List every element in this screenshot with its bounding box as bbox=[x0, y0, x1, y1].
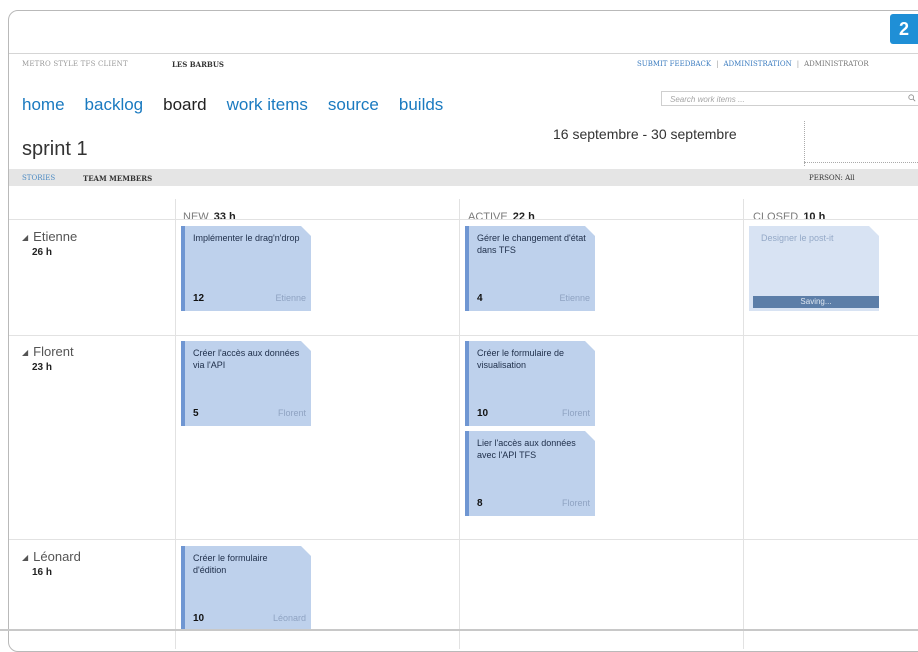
link-separator: | bbox=[796, 60, 800, 68]
card-title: Lier l'accès aux données avec l'API TFS bbox=[477, 438, 576, 460]
card-hours: 10 bbox=[477, 408, 489, 419]
top-links: SUBMIT FEEDBACK | ADMINISTRATION | ADMINISTR… bbox=[637, 60, 869, 68]
person-hours: 26 h bbox=[32, 247, 53, 258]
column-header-active: ACTIVE 22 h bbox=[468, 211, 535, 223]
app-window: METRO STYLE TFS CLIENT LES BARBUS SUBMIT… bbox=[8, 10, 918, 652]
person-hours: 16 h bbox=[32, 567, 53, 578]
card-title: Gérer le changement d'état dans TFS bbox=[477, 233, 586, 255]
search-placeholder: Search work items ... bbox=[670, 95, 745, 104]
row-person-leonard[interactable]: ◢ Léonard bbox=[22, 549, 81, 564]
card-owner: Etienne bbox=[275, 293, 306, 303]
tab-stories[interactable]: STORIES bbox=[22, 174, 55, 182]
card-title: Implémenter le drag'n'drop bbox=[193, 233, 300, 243]
app-title: METRO STYLE TFS CLIENT bbox=[22, 60, 128, 68]
column-label: ACTIVE bbox=[468, 211, 508, 223]
search-icon[interactable] bbox=[908, 94, 916, 102]
expand-icon[interactable]: ◢ bbox=[22, 553, 28, 562]
tab-team-members[interactable]: TEAM MEMBERS bbox=[83, 174, 152, 183]
administration-link[interactable]: ADMINISTRATION bbox=[724, 60, 792, 68]
column-hours: 33 h bbox=[213, 211, 236, 223]
work-item-card[interactable]: Créer l'accès aux données via l'API 5 Fl… bbox=[181, 341, 311, 426]
card-title: Créer l'accès aux données via l'API bbox=[193, 348, 300, 370]
card-owner: Léonard bbox=[272, 613, 306, 623]
row-person-etienne[interactable]: ◢ Etienne bbox=[22, 229, 77, 244]
work-item-card[interactable]: Créer le formulaire d'édition 10 Léonard bbox=[181, 546, 311, 631]
column-hours: 22 h bbox=[512, 211, 535, 223]
card-title: Designer le post-it bbox=[761, 233, 834, 243]
work-item-card[interactable]: Gérer le changement d'état dans TFS 4 Et… bbox=[465, 226, 595, 311]
work-item-card[interactable]: Créer le formulaire de visualisation 10 … bbox=[465, 341, 595, 426]
saving-status: Saving... bbox=[753, 296, 879, 308]
project-name[interactable]: LES BARBUS bbox=[172, 60, 224, 69]
nav-home[interactable]: home bbox=[22, 95, 65, 114]
column-divider bbox=[175, 199, 176, 649]
column-header-new: NEW 33 h bbox=[183, 211, 236, 223]
work-item-card-saving[interactable]: Designer le post-it Saving... bbox=[749, 226, 879, 311]
person-name: Florent bbox=[33, 344, 74, 359]
person-filter[interactable]: PERSON: All bbox=[809, 174, 855, 182]
header-divider bbox=[9, 219, 918, 220]
person-name: Léonard bbox=[33, 549, 81, 564]
column-hours: 10 h bbox=[803, 211, 826, 223]
top-divider bbox=[9, 53, 918, 54]
column-divider bbox=[459, 199, 460, 649]
main-nav: home backlog board work items source builds bbox=[22, 95, 463, 115]
row-person-florent[interactable]: ◢ Florent bbox=[22, 344, 74, 359]
row-divider bbox=[9, 539, 918, 540]
card-owner: Florent bbox=[277, 408, 306, 418]
nav-source[interactable]: source bbox=[328, 95, 379, 114]
person-hours: 23 h bbox=[32, 362, 53, 373]
work-item-card[interactable]: Lier l'accès aux données avec l'API TFS … bbox=[465, 431, 595, 516]
nav-builds[interactable]: builds bbox=[399, 95, 443, 114]
sprint-title: sprint 1 bbox=[22, 138, 88, 160]
column-divider bbox=[743, 199, 744, 649]
burndown-baseline bbox=[804, 162, 918, 163]
row-divider bbox=[9, 335, 918, 336]
nav-board[interactable]: board bbox=[163, 95, 206, 114]
card-owner: Etienne bbox=[559, 293, 590, 303]
column-header-closed: CLOSED 10 h bbox=[753, 211, 825, 223]
search-input[interactable]: Search work items ... bbox=[661, 91, 918, 106]
nav-backlog[interactable]: backlog bbox=[85, 95, 144, 114]
card-owner: Florent bbox=[561, 408, 590, 418]
expand-icon[interactable]: ◢ bbox=[22, 348, 28, 357]
card-hours: 12 bbox=[193, 293, 205, 304]
person-name: Etienne bbox=[33, 229, 78, 244]
date-range: 16 septembre - 30 septembre bbox=[553, 126, 737, 142]
card-title: Créer le formulaire d'édition bbox=[193, 553, 268, 575]
work-item-card[interactable]: Implémenter le drag'n'drop 12 Etienne bbox=[181, 226, 311, 311]
card-hours: 10 bbox=[193, 613, 205, 624]
view-switcher-bar: STORIES TEAM MEMBERS PERSON: All bbox=[9, 169, 918, 186]
card-owner: Florent bbox=[561, 498, 590, 508]
expand-icon[interactable]: ◢ bbox=[22, 233, 28, 242]
nav-work-items[interactable]: work items bbox=[227, 95, 308, 114]
user-link[interactable]: ADMINISTRATOR bbox=[804, 60, 869, 68]
card-hours: 5 bbox=[193, 408, 199, 419]
page-number-badge: 2 bbox=[890, 14, 918, 44]
column-label: CLOSED bbox=[753, 211, 799, 223]
card-title: Créer le formulaire de visualisation bbox=[477, 348, 565, 370]
submit-feedback-link[interactable]: SUBMIT FEEDBACK bbox=[637, 60, 711, 68]
card-hours: 4 bbox=[477, 293, 483, 304]
burndown-frame bbox=[804, 121, 805, 166]
card-hours: 8 bbox=[477, 498, 483, 509]
link-separator: | bbox=[716, 60, 719, 68]
column-label: NEW bbox=[183, 211, 209, 223]
